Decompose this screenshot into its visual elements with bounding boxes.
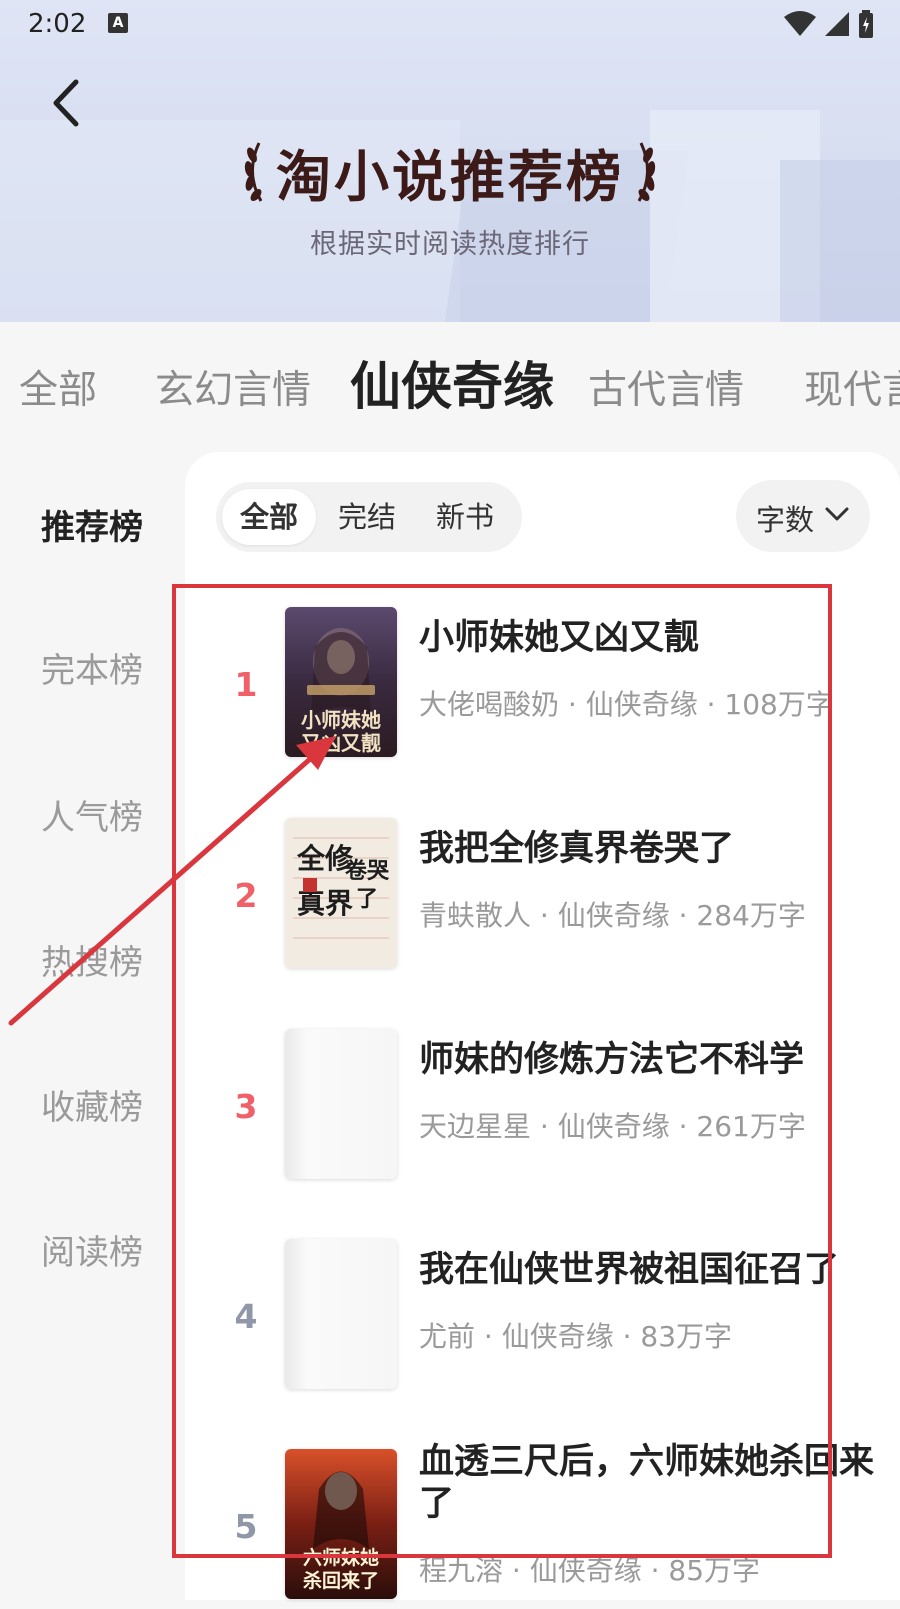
book-cover: 六师妹她 杀回来了	[285, 1449, 397, 1599]
header-title-wrap: 淘小说推荐榜	[0, 132, 900, 212]
book-meta: 程九溶 · 仙侠奇缘 · 85万字	[419, 1554, 761, 1587]
book-cover-placeholder	[285, 1239, 397, 1389]
tab-xuanhuan-romance[interactable]: 玄幻言情	[155, 359, 311, 415]
filter-segmented-control: 全部 完结 新书	[216, 482, 522, 552]
side-item-popular[interactable]: 人气榜	[41, 790, 143, 839]
rank-number: 1	[234, 665, 258, 704]
book-cover: 小师妹她 又凶又靓	[285, 607, 397, 757]
tab-xianxia[interactable]: 仙侠奇缘	[350, 345, 554, 419]
book-title: 小师妹她又凶又靓	[419, 618, 700, 658]
side-item-favorites[interactable]: 收藏榜	[41, 1080, 143, 1129]
side-item-recommend[interactable]: 推荐榜	[41, 500, 143, 549]
tab-modern-romance[interactable]: 现代言	[804, 359, 900, 415]
rank-number: 3	[234, 1087, 258, 1126]
cover-title-text: 了	[356, 886, 378, 912]
cover-title-text: 小师妹她	[301, 708, 381, 732]
cover-title-text: 六师妹她	[303, 1546, 379, 1569]
notification-icon: A	[108, 13, 128, 33]
cover-title-text: 又凶又靓	[301, 731, 381, 755]
book-title: 我把全修真界卷哭了	[419, 829, 735, 869]
tab-ancient-romance[interactable]: 古代言情	[588, 359, 744, 415]
laurel-right-icon	[637, 142, 656, 202]
filter-all[interactable]: 全部	[222, 489, 316, 545]
tab-all[interactable]: 全部	[19, 359, 97, 415]
status-bar: 2:02 A	[0, 0, 900, 50]
laurel-left-icon	[244, 142, 263, 202]
filter-new[interactable]: 新书	[418, 489, 512, 545]
page-subtitle: 根据实时阅读热度排行	[310, 229, 590, 260]
page-title: 淘小说推荐榜	[275, 145, 624, 209]
chevron-down-icon	[825, 507, 849, 521]
wifi-icon	[784, 11, 816, 36]
cover-title-text: 卷哭	[344, 858, 390, 884]
status-time: 2:02	[28, 9, 87, 39]
book-cover-placeholder	[285, 1029, 397, 1179]
chevron-left-icon	[53, 79, 79, 127]
sort-dropdown[interactable]: 字数	[736, 480, 870, 552]
back-button[interactable]	[46, 78, 90, 128]
book-title: 我在仙侠世界被祖国征召了	[419, 1250, 840, 1290]
book-item[interactable]: 5 六师妹她 杀回来了 血透三尺后，六师妹她杀回来了 程九溶 · 仙侠奇缘 · …	[185, 1442, 900, 1609]
book-item[interactable]: 4 我在仙侠世界被祖国征召了 尤前 · 仙侠奇缘 · 83万字	[185, 1239, 900, 1399]
book-meta: 大佬喝酸奶 · 仙侠奇缘 · 108万字	[419, 688, 834, 721]
book-item[interactable]: 3 师妹的修炼方法它不科学 天边星星 · 仙侠奇缘 · 261万字	[185, 1029, 900, 1189]
book-meta: 尤前 · 仙侠奇缘 · 83万字	[419, 1320, 733, 1353]
book-title: 师妹的修炼方法它不科学	[419, 1040, 805, 1080]
category-tabs: 全部 玄幻言情 仙侠奇缘 古代言情 现代言	[0, 345, 900, 425]
book-item[interactable]: 1 小师妹她 又凶又靓 小师妹她又凶又靓 大佬喝酸奶 · 仙侠奇缘 · 108万…	[185, 607, 900, 767]
filter-completed[interactable]: 完结	[320, 489, 414, 545]
book-item[interactable]: 2 全修 真界 卷哭 了 我把全修真界卷哭了 青蚨散人 · 仙侠奇缘 · 284…	[185, 818, 900, 978]
rank-number: 5	[234, 1507, 258, 1546]
battery-icon	[859, 10, 873, 38]
sort-label: 字数	[756, 503, 815, 537]
side-item-completed[interactable]: 完本榜	[41, 643, 143, 692]
rank-number: 2	[234, 876, 258, 915]
book-title: 血透三尺后，六师妹她杀回来了	[419, 1442, 875, 1524]
signal-icon	[825, 12, 849, 36]
side-item-reading[interactable]: 阅读榜	[41, 1225, 143, 1274]
rank-number: 4	[234, 1297, 258, 1336]
side-item-hot-search[interactable]: 热搜榜	[41, 935, 143, 984]
book-meta: 青蚨散人 · 仙侠奇缘 · 284万字	[419, 899, 806, 932]
book-meta: 天边星星 · 仙侠奇缘 · 261万字	[419, 1110, 806, 1143]
cover-title-text: 杀回来了	[303, 1569, 379, 1592]
book-cover: 全修 真界 卷哭 了	[285, 818, 397, 968]
